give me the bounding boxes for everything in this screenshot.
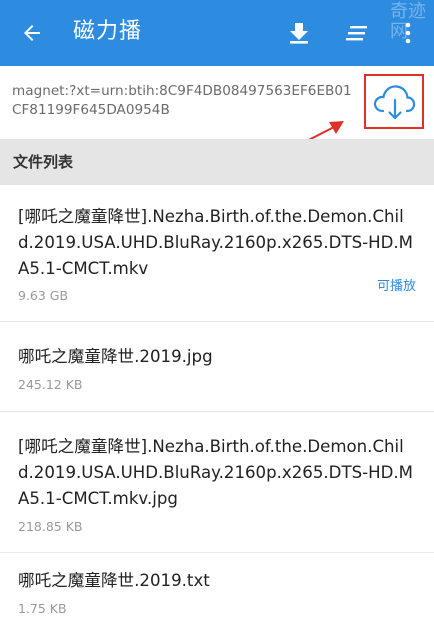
list-item[interactable]: [哪吒之魔童降世].Nezha.Birth.of.the.Demon.Child… [0,185,434,322]
magnet-link-text[interactable]: magnet:?xt=urn:btih:8C9F4DB08497563EF6EB… [12,82,357,120]
file-name: [哪吒之魔童降世].Nezha.Birth.of.the.Demon.Child… [18,207,413,278]
file-size: 218.85 KB [18,519,83,534]
list-item[interactable]: 哪吒之魔童降世.2019.jpg 245.12 KB [0,322,434,412]
list-item[interactable]: 哪吒之魔童降世.2019.txt 1.75 KB [0,553,434,631]
file-list: [哪吒之魔童降世].Nezha.Birth.of.the.Demon.Child… [0,185,434,631]
download-button[interactable] [282,15,316,51]
sort-icon [346,26,367,41]
playable-badge[interactable]: 可播放 [377,279,416,295]
watermark: 奇迹网 [390,1,426,42]
app-bar: 磁力播 奇迹网 [0,0,434,66]
file-size: 1.75 KB [18,601,67,616]
file-list-header: 文件列表 [0,139,434,185]
file-size: 245.12 KB [18,377,83,392]
file-name: 哪吒之魔童降世.2019.txt [18,571,210,590]
page-title: 磁力播 [73,19,143,44]
list-item[interactable]: [哪吒之魔童降世].Nezha.Birth.of.the.Demon.Child… [0,412,434,553]
file-name: [哪吒之魔童降世].Nezha.Birth.of.the.Demon.Child… [18,437,413,508]
back-button[interactable] [14,15,50,51]
download-icon [290,23,308,44]
file-name: 哪吒之魔童降世.2019.jpg [18,347,213,366]
file-size: 9.63 GB [18,288,69,303]
magnet-link-panel: magnet:?xt=urn:btih:8C9F4DB08497563EF6EB… [0,66,434,139]
sort-button[interactable] [340,15,374,51]
cloud-download-button[interactable] [364,74,424,129]
cloud-download-icon [373,84,416,119]
back-arrow-icon [24,25,40,41]
section-title: 文件列表 [13,153,74,171]
